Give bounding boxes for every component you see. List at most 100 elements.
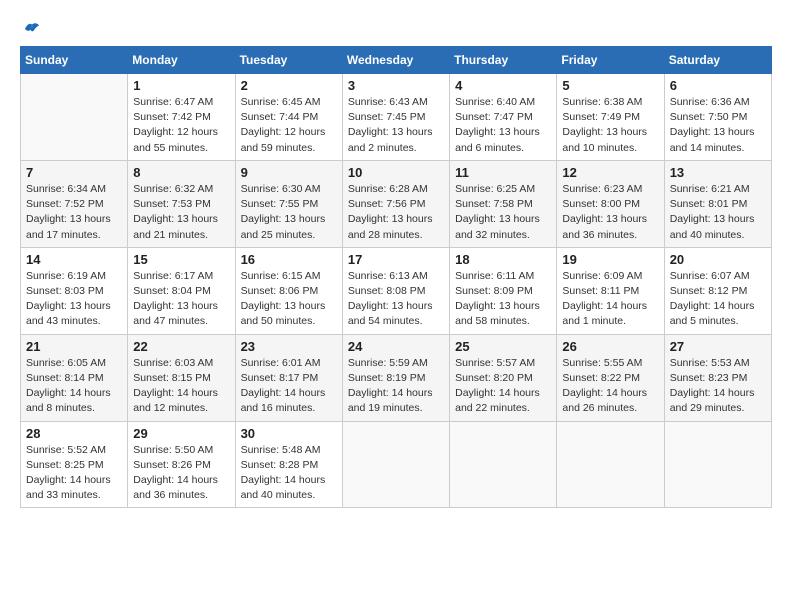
calendar-cell: 5Sunrise: 6:38 AM Sunset: 7:49 PM Daylig…: [557, 74, 664, 161]
day-info: Sunrise: 6:36 AM Sunset: 7:50 PM Dayligh…: [670, 95, 766, 156]
calendar-header-monday: Monday: [128, 47, 235, 74]
calendar-cell: 27Sunrise: 5:53 AM Sunset: 8:23 PM Dayli…: [664, 334, 771, 421]
day-info: Sunrise: 5:52 AM Sunset: 8:25 PM Dayligh…: [26, 443, 122, 504]
calendar-header-wednesday: Wednesday: [342, 47, 449, 74]
calendar-cell: 3Sunrise: 6:43 AM Sunset: 7:45 PM Daylig…: [342, 74, 449, 161]
day-number: 16: [241, 252, 337, 267]
calendar-header-friday: Friday: [557, 47, 664, 74]
calendar-cell: 21Sunrise: 6:05 AM Sunset: 8:14 PM Dayli…: [21, 334, 128, 421]
day-info: Sunrise: 5:55 AM Sunset: 8:22 PM Dayligh…: [562, 356, 658, 417]
day-info: Sunrise: 6:34 AM Sunset: 7:52 PM Dayligh…: [26, 182, 122, 243]
calendar-week-row: 7 Sunrise: 6:34 AM Sunset: 7:52 PM Daylig…: [21, 160, 772, 247]
calendar-cell: 6Sunrise: 6:36 AM Sunset: 7:50 PM Daylig…: [664, 74, 771, 161]
calendar-cell: 28Sunrise: 5:52 AM Sunset: 8:25 PM Dayli…: [21, 421, 128, 508]
calendar-cell: 11 Sunrise: 6:25 AM Sunset: 7:58 PM Dayli…: [450, 160, 557, 247]
day-info: Sunrise: 6:15 AM Sunset: 8:06 PM Dayligh…: [241, 269, 337, 330]
calendar-cell: 18 Sunrise: 6:11 AM Sunset: 8:09 PM Dayli…: [450, 247, 557, 334]
calendar-cell: 19 Sunrise: 6:09 AM Sunset: 8:11 PM Dayli…: [557, 247, 664, 334]
calendar-cell: 13Sunrise: 6:21 AM Sunset: 8:01 PM Dayli…: [664, 160, 771, 247]
day-info: Sunrise: 6:30 AM Sunset: 7:55 PM Dayligh…: [241, 182, 337, 243]
day-number: 18: [455, 252, 551, 267]
day-info: Sunrise: 6:32 AM Sunset: 7:53 PM Dayligh…: [133, 182, 229, 243]
day-number: 12: [562, 165, 658, 180]
day-number: 11: [455, 165, 551, 180]
calendar-cell: [342, 421, 449, 508]
calendar-header-sunday: Sunday: [21, 47, 128, 74]
day-number: 24: [348, 339, 444, 354]
calendar-cell: 4 Sunrise: 6:40 AM Sunset: 7:47 PM Daylig…: [450, 74, 557, 161]
day-info: Sunrise: 6:09 AM Sunset: 8:11 PM Dayligh…: [562, 269, 658, 330]
day-number: 20: [670, 252, 766, 267]
day-info: Sunrise: 6:40 AM Sunset: 7:47 PM Dayligh…: [455, 95, 551, 156]
day-number: 5: [562, 78, 658, 93]
day-info: Sunrise: 6:43 AM Sunset: 7:45 PM Dayligh…: [348, 95, 444, 156]
calendar-cell: 12 Sunrise: 6:23 AM Sunset: 8:00 PM Dayli…: [557, 160, 664, 247]
day-info: Sunrise: 6:28 AM Sunset: 7:56 PM Dayligh…: [348, 182, 444, 243]
calendar-cell: [557, 421, 664, 508]
calendar-cell: [664, 421, 771, 508]
calendar-cell: 1 Sunrise: 6:47 AM Sunset: 7:42 PM Daylig…: [128, 74, 235, 161]
calendar-table: SundayMondayTuesdayWednesdayThursdayFrid…: [20, 46, 772, 508]
day-number: 29: [133, 426, 229, 441]
calendar-cell: [450, 421, 557, 508]
day-number: 23: [241, 339, 337, 354]
calendar-cell: 26 Sunrise: 5:55 AM Sunset: 8:22 PM Dayli…: [557, 334, 664, 421]
calendar-header-tuesday: Tuesday: [235, 47, 342, 74]
day-info: Sunrise: 6:25 AM Sunset: 7:58 PM Dayligh…: [455, 182, 551, 243]
calendar-cell: 8 Sunrise: 6:32 AM Sunset: 7:53 PM Daylig…: [128, 160, 235, 247]
calendar-cell: 22 Sunrise: 6:03 AM Sunset: 8:15 PM Dayli…: [128, 334, 235, 421]
calendar-cell: 17 Sunrise: 6:13 AM Sunset: 8:08 PM Dayli…: [342, 247, 449, 334]
day-number: 4: [455, 78, 551, 93]
day-info: Sunrise: 6:07 AM Sunset: 8:12 PM Dayligh…: [670, 269, 766, 330]
day-number: 21: [26, 339, 122, 354]
calendar-cell: 10Sunrise: 6:28 AM Sunset: 7:56 PM Dayli…: [342, 160, 449, 247]
day-info: Sunrise: 6:13 AM Sunset: 8:08 PM Dayligh…: [348, 269, 444, 330]
calendar-header-saturday: Saturday: [664, 47, 771, 74]
page-header: [20, 20, 772, 36]
day-info: Sunrise: 6:03 AM Sunset: 8:15 PM Dayligh…: [133, 356, 229, 417]
day-info: Sunrise: 5:53 AM Sunset: 8:23 PM Dayligh…: [670, 356, 766, 417]
logo-bird-icon: [23, 20, 41, 36]
day-info: Sunrise: 6:11 AM Sunset: 8:09 PM Dayligh…: [455, 269, 551, 330]
day-number: 8: [133, 165, 229, 180]
day-number: 2: [241, 78, 337, 93]
day-info: Sunrise: 6:47 AM Sunset: 7:42 PM Dayligh…: [133, 95, 229, 156]
day-number: 14: [26, 252, 122, 267]
calendar-cell: 29 Sunrise: 5:50 AM Sunset: 8:26 PM Dayli…: [128, 421, 235, 508]
calendar-cell: 25 Sunrise: 5:57 AM Sunset: 8:20 PM Dayli…: [450, 334, 557, 421]
day-info: Sunrise: 6:45 AM Sunset: 7:44 PM Dayligh…: [241, 95, 337, 156]
day-info: Sunrise: 5:59 AM Sunset: 8:19 PM Dayligh…: [348, 356, 444, 417]
calendar-header-row: SundayMondayTuesdayWednesdayThursdayFrid…: [21, 47, 772, 74]
calendar-week-row: 14Sunrise: 6:19 AM Sunset: 8:03 PM Dayli…: [21, 247, 772, 334]
day-info: Sunrise: 5:50 AM Sunset: 8:26 PM Dayligh…: [133, 443, 229, 504]
day-number: 1: [133, 78, 229, 93]
day-info: Sunrise: 6:23 AM Sunset: 8:00 PM Dayligh…: [562, 182, 658, 243]
day-info: Sunrise: 6:01 AM Sunset: 8:17 PM Dayligh…: [241, 356, 337, 417]
day-number: 30: [241, 426, 337, 441]
calendar-cell: 9 Sunrise: 6:30 AM Sunset: 7:55 PM Daylig…: [235, 160, 342, 247]
calendar-cell: 20 Sunrise: 6:07 AM Sunset: 8:12 PM Dayli…: [664, 247, 771, 334]
day-number: 9: [241, 165, 337, 180]
day-number: 15: [133, 252, 229, 267]
calendar-week-row: 21Sunrise: 6:05 AM Sunset: 8:14 PM Dayli…: [21, 334, 772, 421]
logo: [20, 20, 41, 36]
calendar-cell: 14Sunrise: 6:19 AM Sunset: 8:03 PM Dayli…: [21, 247, 128, 334]
calendar-cell: 7 Sunrise: 6:34 AM Sunset: 7:52 PM Daylig…: [21, 160, 128, 247]
calendar-cell: [21, 74, 128, 161]
calendar-cell: 15Sunrise: 6:17 AM Sunset: 8:04 PM Dayli…: [128, 247, 235, 334]
calendar-header-thursday: Thursday: [450, 47, 557, 74]
calendar-cell: 16 Sunrise: 6:15 AM Sunset: 8:06 PM Dayli…: [235, 247, 342, 334]
day-number: 26: [562, 339, 658, 354]
calendar-cell: 23 Sunrise: 6:01 AM Sunset: 8:17 PM Dayli…: [235, 334, 342, 421]
calendar-cell: 24 Sunrise: 5:59 AM Sunset: 8:19 PM Dayli…: [342, 334, 449, 421]
calendar-cell: 30Sunrise: 5:48 AM Sunset: 8:28 PM Dayli…: [235, 421, 342, 508]
day-number: 19: [562, 252, 658, 267]
calendar-cell: 2 Sunrise: 6:45 AM Sunset: 7:44 PM Daylig…: [235, 74, 342, 161]
day-number: 17: [348, 252, 444, 267]
calendar-week-row: 1 Sunrise: 6:47 AM Sunset: 7:42 PM Daylig…: [21, 74, 772, 161]
day-number: 22: [133, 339, 229, 354]
day-number: 7: [26, 165, 122, 180]
calendar-week-row: 28Sunrise: 5:52 AM Sunset: 8:25 PM Dayli…: [21, 421, 772, 508]
day-info: Sunrise: 5:57 AM Sunset: 8:20 PM Dayligh…: [455, 356, 551, 417]
day-number: 25: [455, 339, 551, 354]
